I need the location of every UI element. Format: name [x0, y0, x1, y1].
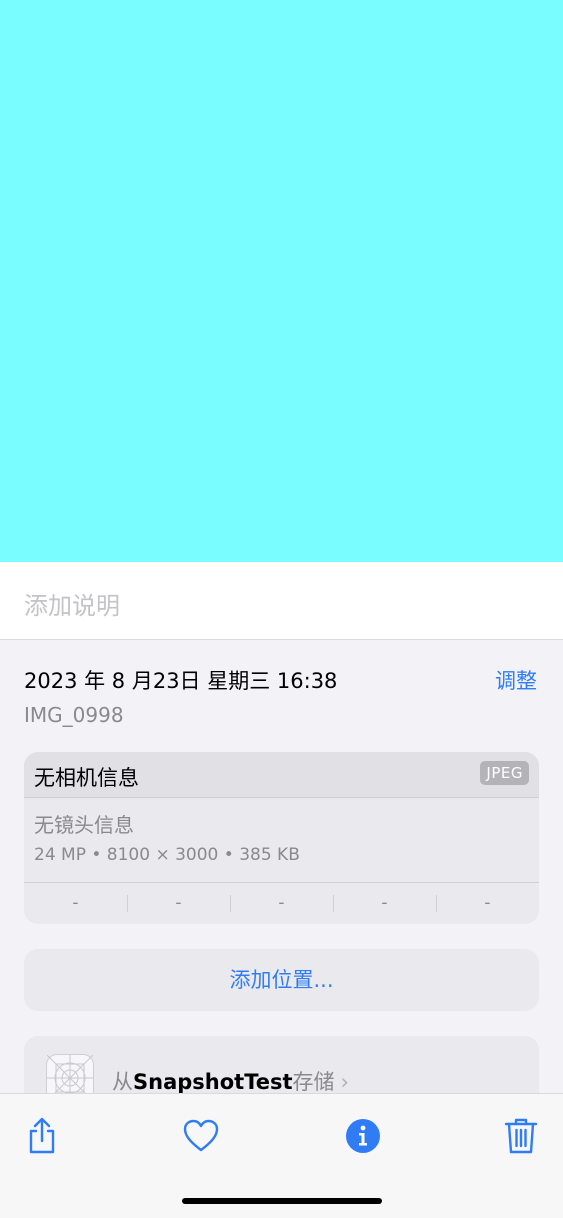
image-specs: 24 MP • 8100 × 3000 • 385 KB: [34, 845, 300, 865]
trash-icon: [504, 1118, 538, 1154]
file-name: IMG_0998: [24, 703, 124, 727]
camera-info-header: 无相机信息 JPEG: [24, 752, 539, 798]
exif-aperture: -: [333, 883, 436, 924]
delete-button[interactable]: [501, 1116, 541, 1156]
exif-iso: -: [72, 893, 79, 913]
exif-exposure: -: [230, 883, 333, 924]
lens-label: 无镜头信息: [34, 813, 134, 837]
format-badge: JPEG: [480, 761, 529, 785]
source-app-text: 从SnapshotTest存储 ›: [112, 1066, 349, 1096]
photo-date: 2023 年 8 月23日 星期三 16:38: [24, 669, 338, 693]
chevron-right-icon: ›: [340, 1070, 349, 1094]
share-button[interactable]: [22, 1116, 62, 1156]
add-location-button[interactable]: 添加位置...: [24, 949, 539, 1011]
info-panel: 2023 年 8 月23日 星期三 16:38 调整 IMG_0998 无相机信…: [0, 641, 563, 1116]
adjust-button[interactable]: 调整: [495, 665, 537, 695]
photo-preview[interactable]: [0, 0, 563, 562]
exif-focal-length: -: [127, 883, 230, 924]
caption-field[interactable]: 添加说明: [0, 562, 563, 640]
share-icon: [29, 1117, 55, 1154]
source-suffix: 存储: [292, 1070, 335, 1094]
camera-label: 无相机信息: [34, 766, 139, 790]
exif-row: - - - - -: [24, 883, 539, 924]
heart-icon: [183, 1119, 219, 1152]
info-icon: [346, 1119, 380, 1153]
favorite-button[interactable]: [181, 1116, 221, 1156]
caption-placeholder: 添加说明: [24, 592, 120, 620]
source-app-name: SnapshotTest: [133, 1070, 293, 1094]
exif-shutter: -: [436, 883, 539, 924]
home-indicator: [182, 1198, 382, 1204]
add-location-label: 添加位置...: [229, 968, 334, 992]
info-button[interactable]: [343, 1116, 383, 1156]
camera-info-card: 无相机信息 JPEG 无镜头信息 24 MP • 8100 × 3000 • 3…: [24, 752, 539, 924]
source-prefix: 从: [112, 1070, 133, 1094]
